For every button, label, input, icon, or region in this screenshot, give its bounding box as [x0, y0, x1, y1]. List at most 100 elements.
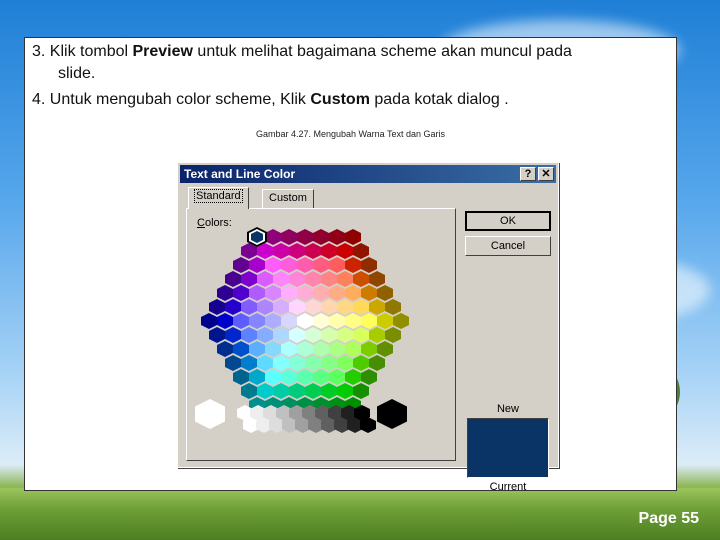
color-cell[interactable] — [265, 257, 281, 273]
color-cell[interactable] — [257, 355, 273, 371]
color-cell[interactable] — [313, 285, 329, 301]
color-cell[interactable] — [329, 285, 345, 301]
color-cell[interactable] — [281, 341, 297, 357]
color-cell[interactable] — [345, 229, 361, 245]
color-cell[interactable] — [225, 271, 241, 287]
color-cell[interactable] — [209, 299, 225, 315]
color-cell[interactable] — [217, 285, 233, 301]
color-cell[interactable] — [337, 271, 353, 287]
color-cell[interactable] — [377, 313, 393, 329]
color-cell[interactable] — [345, 369, 361, 385]
color-cell[interactable] — [353, 327, 369, 343]
color-hexagon-palette[interactable] — [195, 227, 437, 455]
color-cell[interactable] — [297, 313, 313, 329]
color-cell[interactable] — [249, 341, 265, 357]
color-cell[interactable] — [257, 383, 273, 399]
color-cell[interactable] — [273, 299, 289, 315]
color-cell[interactable] — [305, 243, 321, 259]
close-icon[interactable]: ✕ — [538, 167, 554, 181]
color-cell[interactable] — [273, 383, 289, 399]
color-cell[interactable] — [273, 355, 289, 371]
color-cell[interactable] — [313, 257, 329, 273]
color-cell[interactable] — [321, 383, 337, 399]
color-cell[interactable] — [369, 271, 385, 287]
color-cell[interactable] — [241, 355, 257, 371]
color-cell[interactable] — [289, 327, 305, 343]
color-cell[interactable] — [281, 229, 297, 245]
color-cell[interactable] — [321, 243, 337, 259]
color-cell[interactable] — [353, 271, 369, 287]
color-cell[interactable] — [337, 355, 353, 371]
color-cell[interactable] — [353, 243, 369, 259]
color-cell[interactable] — [361, 257, 377, 273]
color-cell[interactable] — [241, 383, 257, 399]
color-cell[interactable] — [265, 229, 281, 245]
color-cell[interactable] — [249, 369, 265, 385]
color-cell[interactable] — [353, 355, 369, 371]
color-cell[interactable] — [305, 299, 321, 315]
color-cell[interactable] — [313, 313, 329, 329]
color-cell[interactable] — [281, 257, 297, 273]
color-cell[interactable] — [345, 257, 361, 273]
color-cell[interactable] — [393, 313, 409, 329]
color-cell[interactable] — [225, 327, 241, 343]
color-cell[interactable] — [297, 229, 313, 245]
color-cell[interactable] — [345, 285, 361, 301]
color-cell[interactable] — [273, 243, 289, 259]
color-cell[interactable] — [265, 285, 281, 301]
tab-custom[interactable]: Custom — [262, 189, 314, 208]
color-cell[interactable] — [289, 243, 305, 259]
help-icon[interactable]: ? — [520, 167, 536, 181]
ok-button[interactable]: OK — [465, 211, 551, 231]
color-cell[interactable] — [289, 383, 305, 399]
color-cell[interactable] — [321, 299, 337, 315]
color-cell[interactable] — [233, 285, 249, 301]
color-cell[interactable] — [209, 327, 225, 343]
color-cell[interactable] — [337, 383, 353, 399]
color-cell[interactable] — [329, 369, 345, 385]
color-cell[interactable] — [281, 369, 297, 385]
color-cell[interactable] — [313, 369, 329, 385]
cancel-button[interactable]: Cancel — [465, 236, 551, 256]
color-cell[interactable] — [273, 327, 289, 343]
color-cell[interactable] — [321, 355, 337, 371]
color-cell[interactable] — [217, 341, 233, 357]
color-cell[interactable] — [297, 257, 313, 273]
color-cell[interactable] — [321, 271, 337, 287]
color-cell[interactable] — [257, 271, 273, 287]
color-cell[interactable] — [305, 327, 321, 343]
color-cell[interactable] — [305, 383, 321, 399]
color-cell[interactable] — [233, 257, 249, 273]
color-cell[interactable] — [345, 341, 361, 357]
color-cell[interactable] — [305, 355, 321, 371]
color-cell[interactable] — [265, 313, 281, 329]
color-cell[interactable] — [329, 313, 345, 329]
color-cell[interactable] — [385, 327, 401, 343]
color-cell[interactable] — [313, 341, 329, 357]
color-cell[interactable] — [225, 299, 241, 315]
color-cell[interactable] — [289, 299, 305, 315]
color-cell[interactable] — [369, 299, 385, 315]
color-cell[interactable] — [273, 271, 289, 287]
color-cell[interactable] — [257, 299, 273, 315]
color-cell[interactable] — [265, 341, 281, 357]
color-cell[interactable] — [249, 313, 265, 329]
color-cell[interactable] — [281, 285, 297, 301]
color-cell[interactable] — [289, 355, 305, 371]
color-cell[interactable] — [297, 285, 313, 301]
color-cell[interactable] — [297, 341, 313, 357]
color-cell[interactable] — [385, 299, 401, 315]
color-cell[interactable] — [217, 313, 233, 329]
color-cell[interactable] — [361, 285, 377, 301]
color-cell[interactable] — [369, 327, 385, 343]
color-cell[interactable] — [337, 299, 353, 315]
white-color-cell[interactable] — [195, 399, 225, 429]
color-cell[interactable] — [241, 271, 257, 287]
color-cell[interactable] — [369, 355, 385, 371]
tab-standard[interactable]: Standard — [188, 187, 249, 209]
color-cell[interactable] — [313, 229, 329, 245]
color-cell[interactable] — [345, 313, 361, 329]
color-cell[interactable] — [353, 383, 369, 399]
color-cell[interactable] — [241, 327, 257, 343]
color-cell[interactable] — [329, 229, 345, 245]
